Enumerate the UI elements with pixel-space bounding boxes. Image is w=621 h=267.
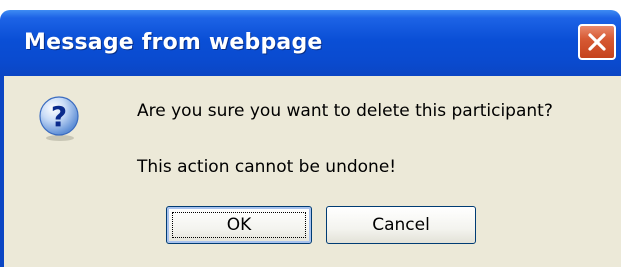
message-dialog: Message from webpage ? Are you sure you … bbox=[0, 10, 621, 267]
dialog-titlebar[interactable]: Message from webpage bbox=[0, 10, 621, 76]
cancel-button[interactable]: Cancel bbox=[326, 206, 476, 244]
ok-button-label: OK bbox=[172, 212, 306, 238]
question-icon: ? bbox=[39, 96, 79, 141]
message-line-2: This action cannot be undone! bbox=[137, 157, 397, 177]
close-icon bbox=[588, 33, 606, 51]
dialog-body: ? Are you sure you want to delete this p… bbox=[0, 76, 621, 267]
ok-button[interactable]: OK bbox=[166, 206, 312, 244]
svg-text:?: ? bbox=[51, 100, 67, 133]
dialog-title: Message from webpage bbox=[24, 30, 323, 55]
page: Message from webpage ? Are you sure you … bbox=[0, 0, 621, 267]
close-button[interactable] bbox=[578, 24, 616, 60]
message-line-1: Are you sure you want to delete this par… bbox=[137, 101, 553, 121]
